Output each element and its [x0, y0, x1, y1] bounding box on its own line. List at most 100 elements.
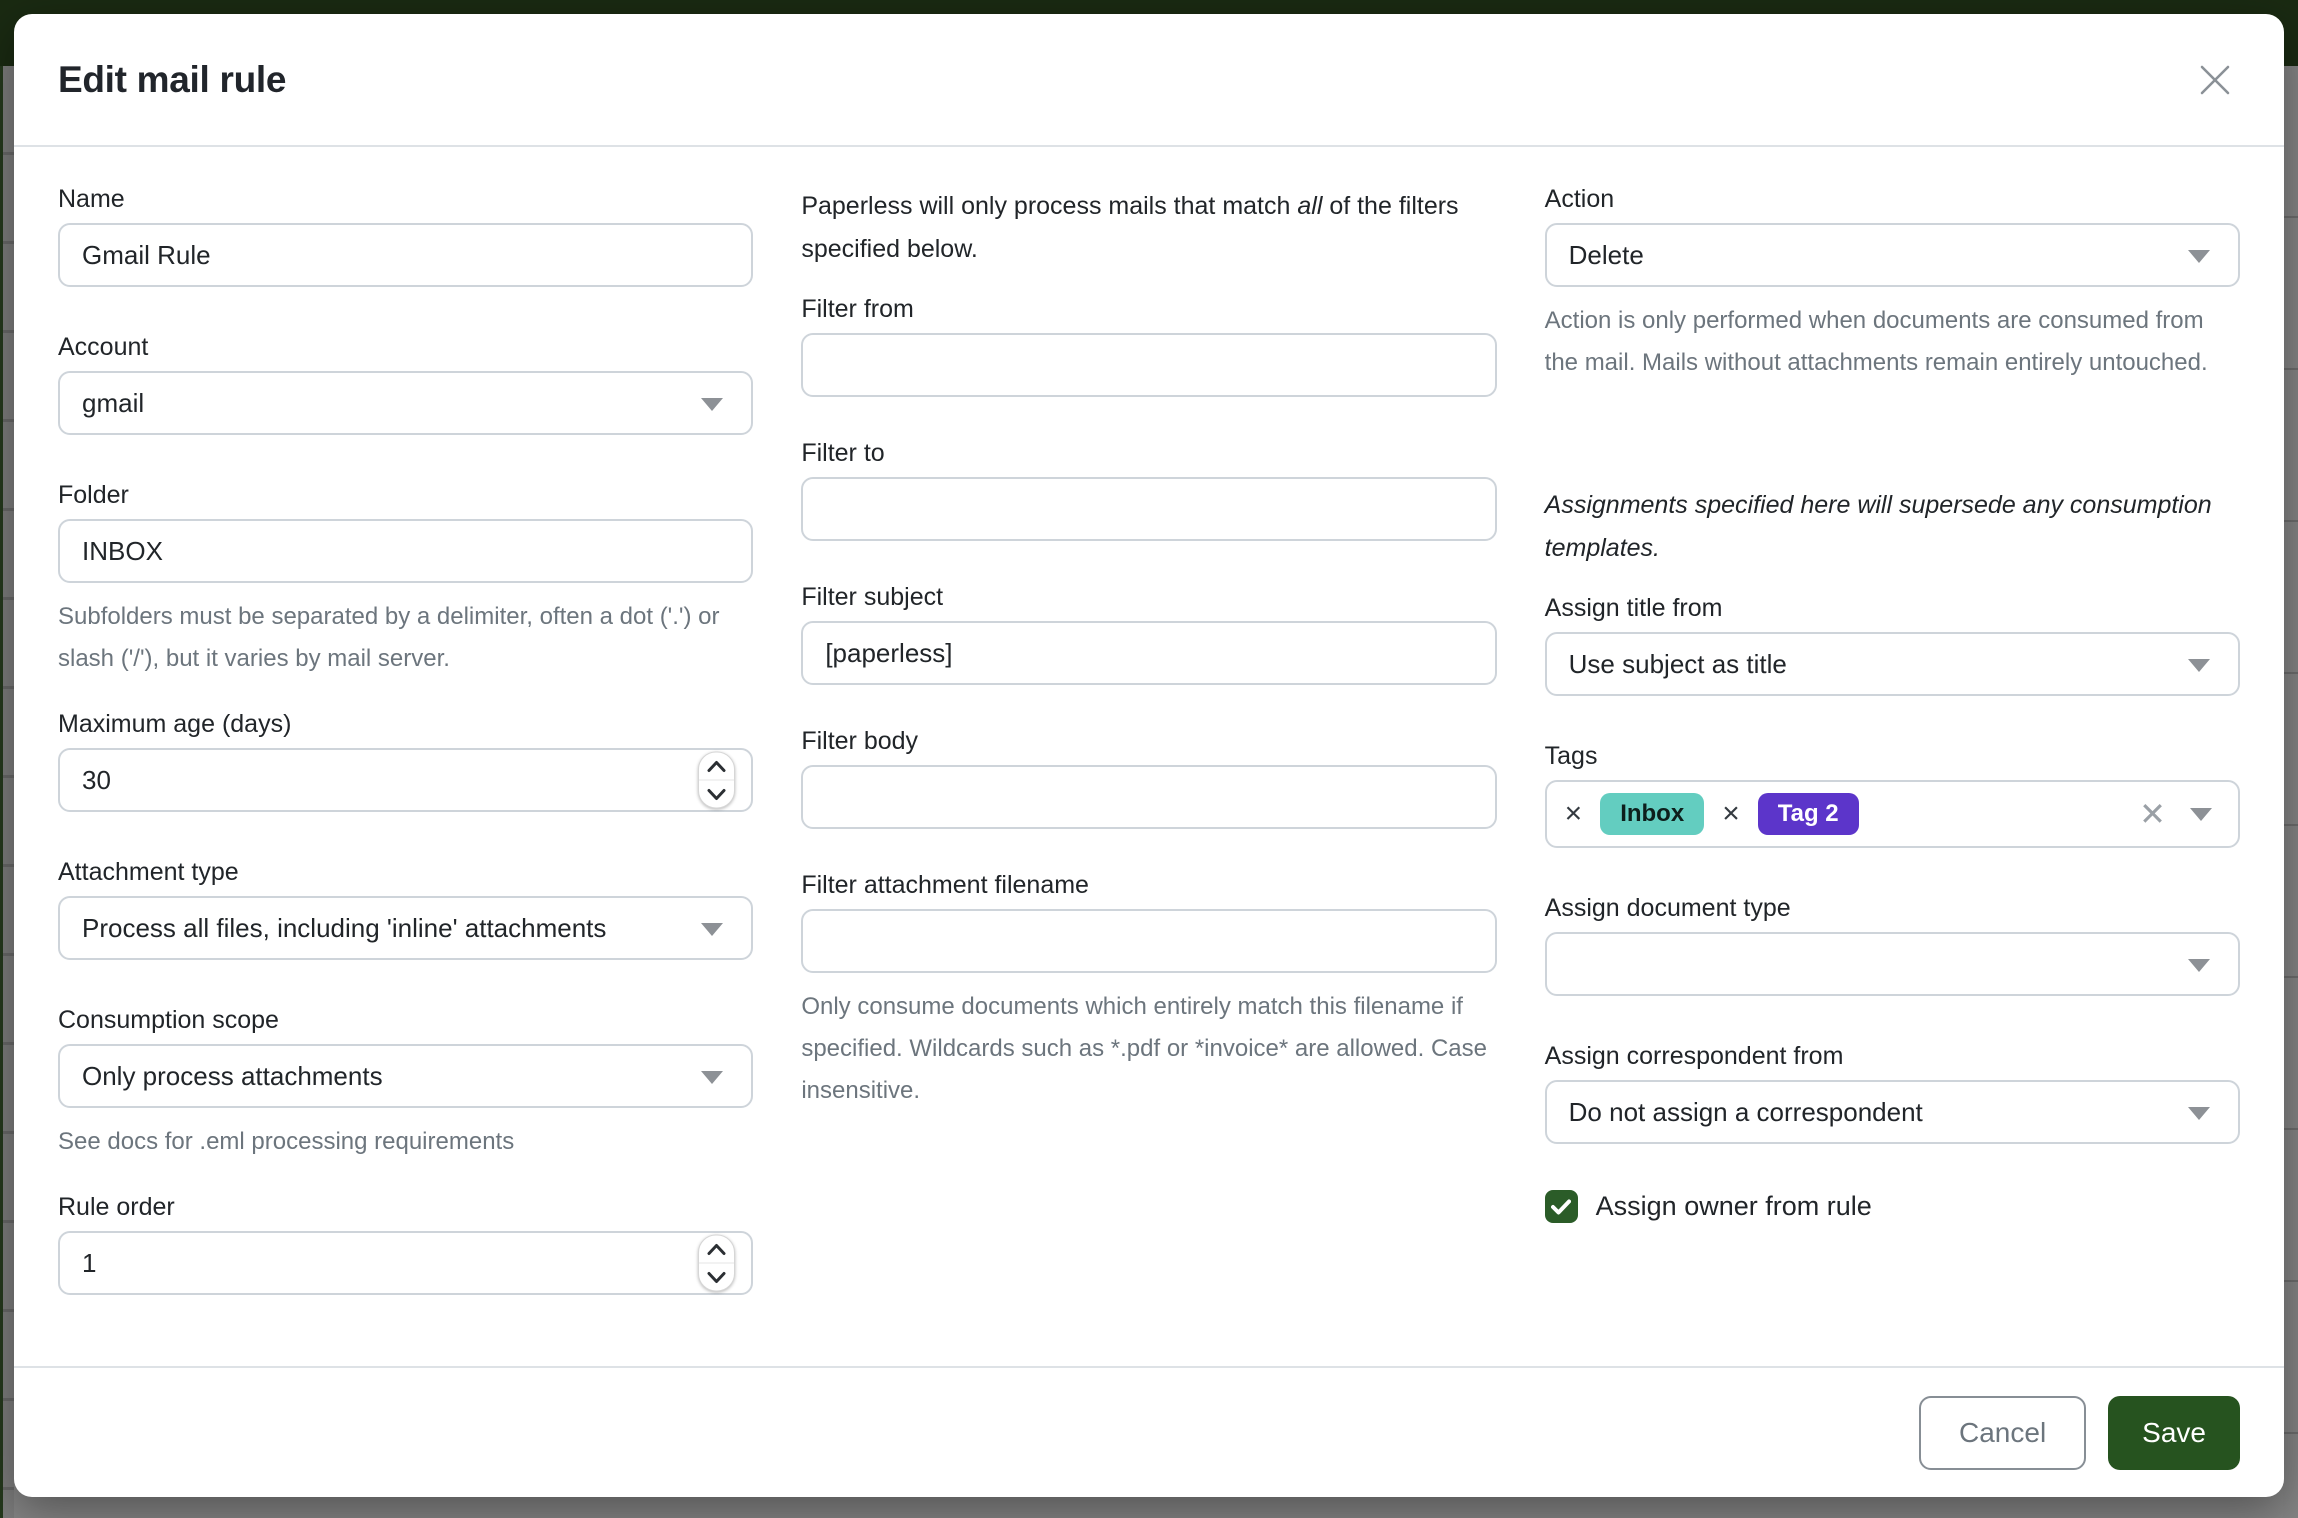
assign-correspondent-from-label: Assign correspondent from	[1545, 1042, 2240, 1071]
action-help-text: Action is only performed when documents …	[1545, 300, 2240, 384]
dialog-footer: Cancel Save	[14, 1366, 2284, 1497]
checkbox-check-icon	[1551, 1199, 1571, 1215]
account-label: Account	[58, 333, 753, 362]
filter-attachment-filename-field-group: Filter attachment filename Only consume …	[801, 871, 1496, 1112]
assign-document-type-field-group: Assign document type	[1545, 894, 2240, 996]
account-select-value: gmail	[82, 388, 144, 419]
consumption-scope-field-group: Consumption scope Only process attachmen…	[58, 1006, 753, 1163]
tags-field[interactable]: × Inbox × Tag 2 ✕	[1545, 780, 2240, 848]
dialog-body: Name Account gmail Folder	[14, 147, 2284, 1366]
stepper-up-icon[interactable]	[699, 753, 734, 781]
assign-correspondent-from-select-value: Do not assign a correspondent	[1569, 1097, 1923, 1128]
filter-to-label: Filter to	[801, 439, 1496, 468]
filter-attachment-filename-input[interactable]	[803, 911, 1494, 971]
stepper-down-icon[interactable]	[699, 781, 734, 808]
assign-title-from-select[interactable]: Use subject as title	[1545, 632, 2240, 696]
filename-help-text: Only consume documents which entirely ma…	[801, 986, 1496, 1112]
chevron-down-icon	[701, 398, 723, 411]
name-label: Name	[58, 185, 753, 214]
filter-body-label: Filter body	[801, 727, 1496, 756]
consumption-scope-select[interactable]: Only process attachments	[58, 1044, 753, 1108]
rule-order-stepper[interactable]	[698, 1235, 735, 1292]
chevron-down-icon	[701, 1071, 723, 1084]
assign-correspondent-from-select[interactable]: Do not assign a correspondent	[1545, 1080, 2240, 1144]
assign-correspondent-from-field-group: Assign correspondent from Do not assign …	[1545, 1042, 2240, 1144]
assign-owner-row: Assign owner from rule	[1545, 1190, 2240, 1223]
assign-document-type-label: Assign document type	[1545, 894, 2240, 923]
assign-title-from-select-value: Use subject as title	[1569, 649, 1787, 680]
stepper-down-icon[interactable]	[699, 1264, 734, 1291]
maximum-age-field-group: Maximum age (days)	[58, 710, 753, 812]
chevron-down-icon	[701, 923, 723, 936]
filter-to-field-group: Filter to	[801, 439, 1496, 541]
clear-tags-icon[interactable]: ✕	[2139, 798, 2166, 830]
column-general: Name Account gmail Folder	[58, 185, 753, 1366]
stepper-up-icon[interactable]	[699, 1236, 734, 1264]
chevron-down-icon[interactable]	[2190, 808, 2212, 821]
background-page-left	[0, 66, 14, 1518]
assign-title-from-field-group: Assign title from Use subject as title	[1545, 594, 2240, 696]
assign-owner-checkbox[interactable]	[1545, 1190, 1578, 1223]
column-filters: Paperless will only process mails that m…	[801, 185, 1496, 1366]
filters-intro-text: Paperless will only process mails that m…	[801, 185, 1496, 270]
edit-mail-rule-dialog: Edit mail rule Name Account	[14, 14, 2284, 1497]
tag-pill-tag-2: Tag 2	[1758, 793, 1859, 836]
maximum-age-stepper[interactable]	[698, 752, 735, 809]
filter-from-field-group: Filter from	[801, 295, 1496, 397]
chevron-down-icon	[2188, 959, 2210, 972]
tags-selected-list: × Inbox × Tag 2	[1561, 793, 2140, 836]
column-actions: Action Delete Action is only performed w…	[1545, 185, 2240, 1366]
folder-label: Folder	[58, 481, 753, 510]
remove-tag-icon[interactable]: ×	[1561, 799, 1587, 829]
filter-attachment-filename-label: Filter attachment filename	[801, 871, 1496, 900]
close-icon	[2196, 61, 2234, 99]
dialog-header: Edit mail rule	[14, 14, 2284, 147]
filter-body-field-group: Filter body	[801, 727, 1496, 829]
assign-title-from-label: Assign title from	[1545, 594, 2240, 623]
consumption-scope-label: Consumption scope	[58, 1006, 753, 1035]
action-select-value: Delete	[1569, 240, 1644, 271]
rule-order-label: Rule order	[58, 1193, 753, 1222]
name-field-group: Name	[58, 185, 753, 287]
account-field-group: Account gmail	[58, 333, 753, 435]
maximum-age-label: Maximum age (days)	[58, 710, 753, 739]
assign-document-type-select[interactable]	[1545, 932, 2240, 996]
name-input[interactable]	[60, 225, 751, 285]
action-select[interactable]: Delete	[1545, 223, 2240, 287]
account-select[interactable]: gmail	[58, 371, 753, 435]
rule-order-input[interactable]	[60, 1233, 751, 1293]
attachment-type-field-group: Attachment type Process all files, inclu…	[58, 858, 753, 960]
filter-subject-input[interactable]	[803, 623, 1494, 683]
filter-body-input[interactable]	[803, 767, 1494, 827]
folder-field-group: Folder Subfolders must be separated by a…	[58, 481, 753, 680]
page-title: Edit mail rule	[58, 59, 286, 101]
assignments-note: Assignments specified here will supersed…	[1545, 484, 2240, 569]
filter-from-input[interactable]	[803, 335, 1494, 395]
chevron-down-icon	[2188, 659, 2210, 672]
folder-input[interactable]	[60, 521, 751, 581]
filter-from-label: Filter from	[801, 295, 1496, 324]
close-button[interactable]	[2190, 55, 2240, 105]
chevron-down-icon	[2188, 1107, 2210, 1120]
action-field-group: Action Delete Action is only performed w…	[1545, 185, 2240, 384]
consumption-scope-select-value: Only process attachments	[82, 1061, 383, 1092]
consumption-scope-help-text: See docs for .eml processing requirement…	[58, 1121, 753, 1163]
tags-field-controls: ✕	[2139, 798, 2212, 830]
remove-tag-icon[interactable]: ×	[1718, 799, 1744, 829]
tags-field-group: Tags × Inbox × Tag 2 ✕	[1545, 742, 2240, 848]
screen: Edit mail rule Name Account	[0, 0, 2298, 1518]
filter-subject-label: Filter subject	[801, 583, 1496, 612]
action-label: Action	[1545, 185, 2240, 214]
maximum-age-input[interactable]	[60, 750, 751, 810]
filter-to-input[interactable]	[803, 479, 1494, 539]
attachment-type-label: Attachment type	[58, 858, 753, 887]
attachment-type-select-value: Process all files, including 'inline' at…	[82, 913, 606, 944]
rule-order-field-group: Rule order	[58, 1193, 753, 1295]
filter-subject-field-group: Filter subject	[801, 583, 1496, 685]
save-button[interactable]: Save	[2108, 1396, 2240, 1470]
tag-pill-inbox: Inbox	[1600, 793, 1704, 836]
attachment-type-select[interactable]: Process all files, including 'inline' at…	[58, 896, 753, 960]
tags-label: Tags	[1545, 742, 2240, 771]
cancel-button[interactable]: Cancel	[1919, 1396, 2086, 1470]
chevron-down-icon	[2188, 250, 2210, 263]
